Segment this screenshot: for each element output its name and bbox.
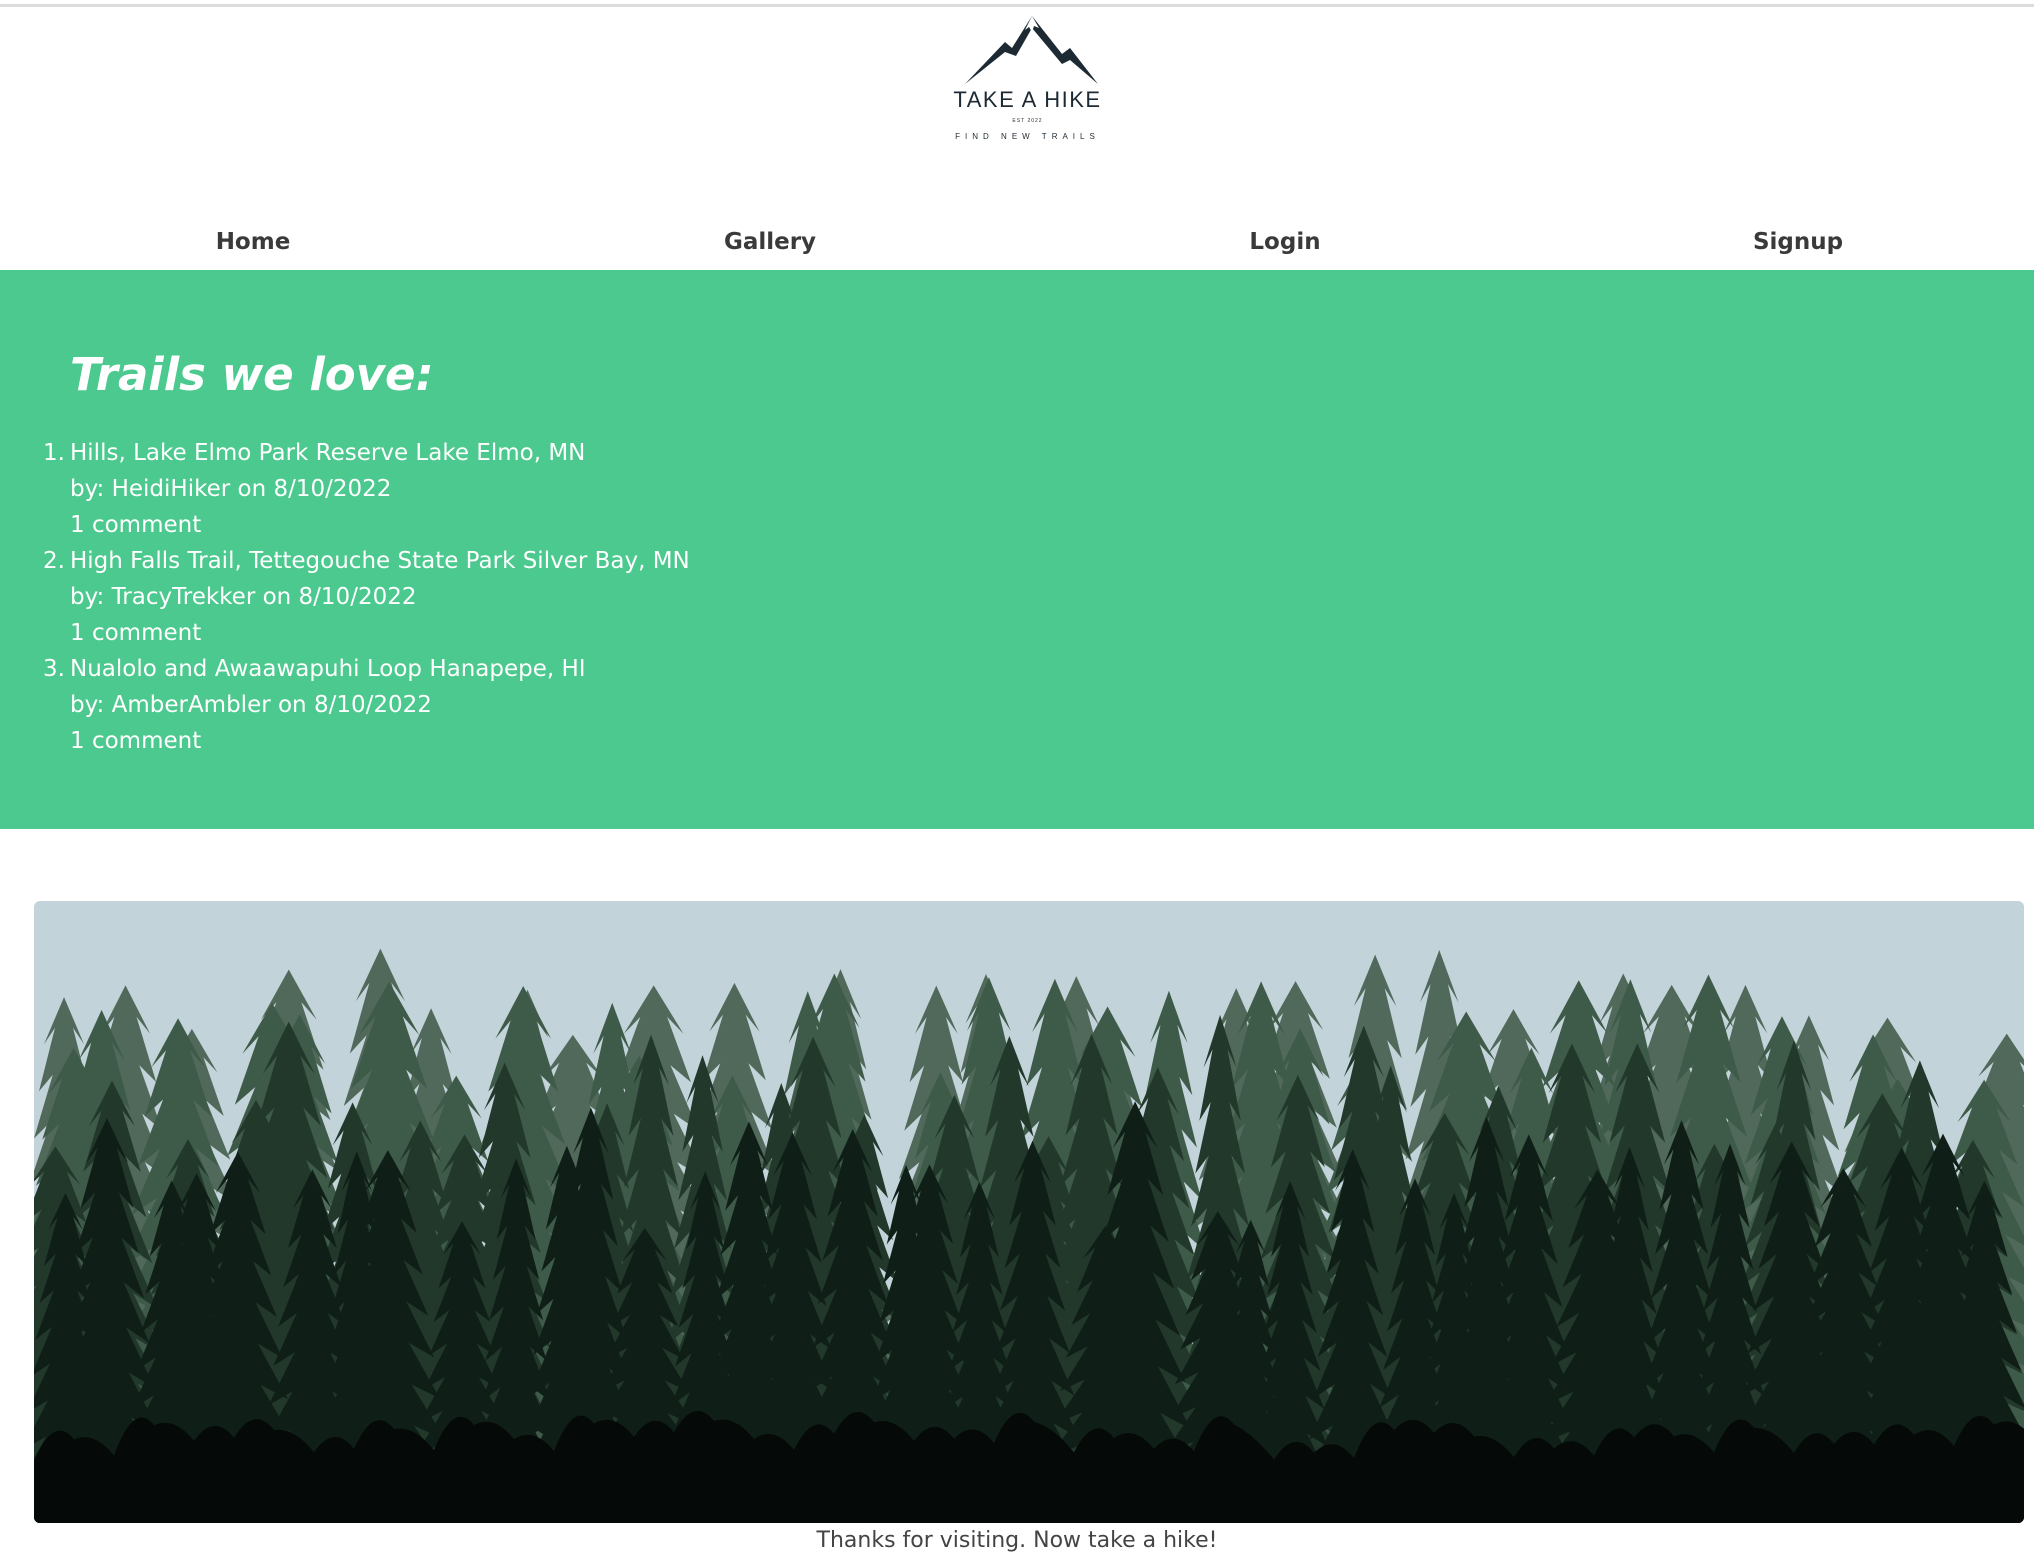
logo-title: TAKE A HIKE xyxy=(953,87,1102,112)
nav-gallery-link[interactable]: Gallery xyxy=(660,222,880,262)
trail-number: 1. xyxy=(43,440,65,466)
trail-comments: 1 comment xyxy=(70,620,202,646)
trail-comments: 1 comment xyxy=(70,512,202,538)
trail-name-link[interactable]: High Falls Trail, Tettegouche State Park… xyxy=(70,543,690,579)
trail-number: 3. xyxy=(43,656,65,682)
trails-section: Trails we love: 1. Hills, Lake Elmo Park… xyxy=(0,270,2034,829)
trail-byline: by: TracyTrekker on 8/10/2022 xyxy=(70,584,417,610)
nav-home-link[interactable]: Home xyxy=(143,222,363,262)
trail-number: 2. xyxy=(43,548,65,574)
forest-banner-image xyxy=(34,901,2024,1523)
logo-tagline: FIND NEW TRAILS xyxy=(955,132,1100,141)
footer-text: Thanks for visiting. Now take a hike! xyxy=(816,1528,1218,1553)
trail-list-item: 1. Hills, Lake Elmo Park Reserve Lake El… xyxy=(43,435,690,543)
trail-byline: by: AmberAmbler on 8/10/2022 xyxy=(70,692,432,718)
site-logo[interactable]: TAKE A HIKE EST 2022 FIND NEW TRAILS xyxy=(940,12,1115,157)
trail-name-link[interactable]: Hills, Lake Elmo Park Reserve Lake Elmo,… xyxy=(70,435,690,471)
top-border xyxy=(0,4,2034,7)
site-footer: Thanks for visiting. Now take a hike! xyxy=(0,1528,2034,1553)
nav-signup-link[interactable]: Signup xyxy=(1688,222,1908,262)
trail-list-item: 3. Nualolo and Awaawapuhi Loop Hanapepe,… xyxy=(43,651,690,759)
trail-list: 1. Hills, Lake Elmo Park Reserve Lake El… xyxy=(43,435,690,759)
trail-comments: 1 comment xyxy=(70,728,202,754)
section-heading: Trails we love: xyxy=(70,348,434,401)
trail-byline: by: HeidiHiker on 8/10/2022 xyxy=(70,476,392,502)
trail-name-link[interactable]: Nualolo and Awaawapuhi Loop Hanapepe, HI xyxy=(70,651,690,687)
mountain-icon xyxy=(965,16,1098,84)
logo-established: EST 2022 xyxy=(1012,118,1043,124)
nav-login-link[interactable]: Login xyxy=(1175,222,1395,262)
main-nav: Home Gallery Login Signup xyxy=(0,222,2034,270)
forest-illustration xyxy=(34,948,2024,1523)
trail-list-item: 2. High Falls Trail, Tettegouche State P… xyxy=(43,543,690,651)
